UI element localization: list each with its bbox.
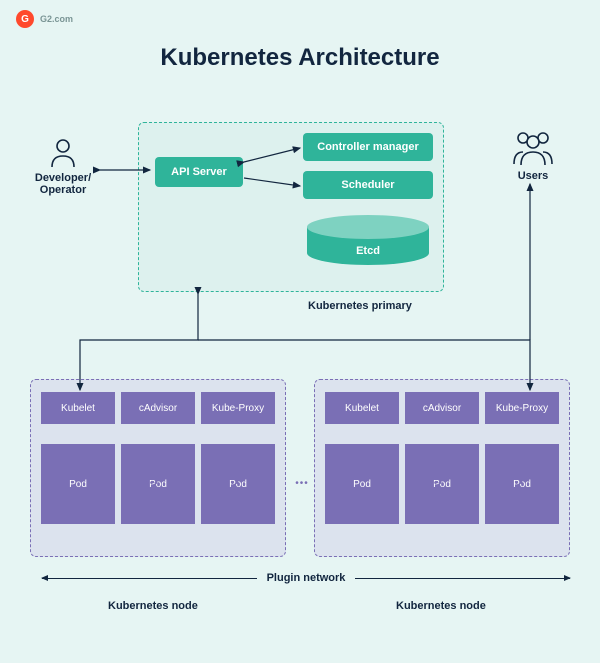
- users-label: Users: [498, 170, 568, 182]
- kubelet-box: Kubelet: [41, 392, 115, 424]
- cadvisor-box: cAdvisor: [405, 392, 479, 424]
- etcd-cylinder-top: [307, 215, 429, 239]
- ellipsis-icon: •••: [225, 478, 241, 489]
- kubeproxy-box: Kube-Proxy: [201, 392, 275, 424]
- node-left-label: Kubernetes node: [108, 600, 198, 612]
- etcd-cylinder: Etcd: [307, 215, 429, 275]
- primary-section-label: Kubernetes primary: [308, 300, 412, 312]
- users-actor: Users: [498, 128, 568, 182]
- developer-operator-actor: Developer/ Operator: [28, 138, 98, 196]
- arrow-right-icon: [355, 578, 570, 579]
- users-group-icon: [508, 128, 558, 166]
- ellipsis-icon: •••: [428, 478, 444, 489]
- api-server-box: API Server: [155, 157, 243, 187]
- cadvisor-box: cAdvisor: [121, 392, 195, 424]
- plugin-network-label: Plugin network: [257, 572, 356, 584]
- person-icon: [49, 138, 77, 168]
- arrow-left-icon: [42, 578, 257, 579]
- pod-box: Pod: [325, 444, 399, 524]
- diagram-title: Kubernetes Architecture: [0, 44, 600, 72]
- ellipsis-icon: •••: [292, 478, 312, 489]
- ellipsis-icon: •••: [144, 478, 160, 489]
- kubernetes-primary-region: API Server Controller manager Scheduler …: [138, 122, 444, 292]
- kubernetes-node-right: Kubelet cAdvisor Kube-Proxy Pod Pod Pod …: [314, 379, 570, 557]
- brand-name: G2.com: [40, 14, 73, 24]
- brand-logo: G G2.com: [16, 10, 73, 28]
- pod-box: Pod: [41, 444, 115, 524]
- controller-manager-box: Controller manager: [303, 133, 433, 161]
- kubernetes-node-left: Kubelet cAdvisor Kube-Proxy Pod Pod Pod …: [30, 379, 286, 557]
- developer-label: Developer/ Operator: [28, 172, 98, 196]
- g2-logo-icon: G: [16, 10, 34, 28]
- scheduler-box: Scheduler: [303, 171, 433, 199]
- node-right-label: Kubernetes node: [396, 600, 486, 612]
- kubelet-box: Kubelet: [325, 392, 399, 424]
- connector-lines: [0, 0, 600, 663]
- plugin-network-row: Plugin network: [42, 572, 570, 584]
- ellipsis-icon: •••: [509, 478, 525, 489]
- kubeproxy-box: Kube-Proxy: [485, 392, 559, 424]
